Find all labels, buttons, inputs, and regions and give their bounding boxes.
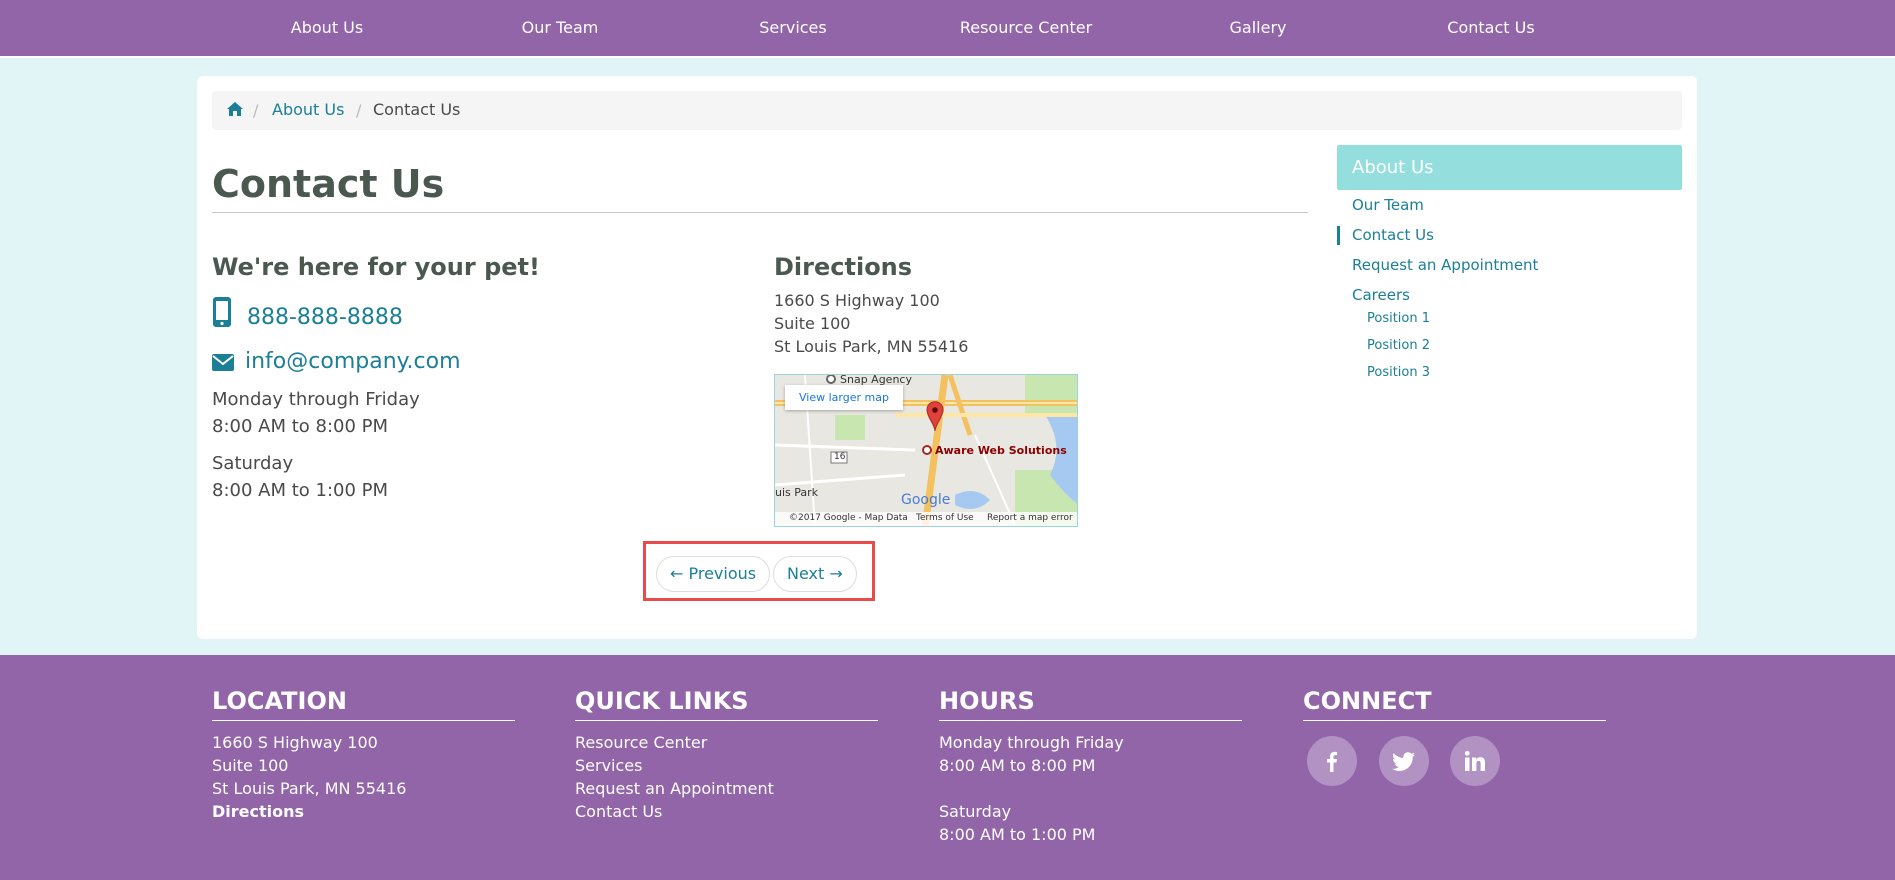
directions-title: Directions	[774, 253, 913, 281]
footer-divider	[575, 720, 878, 721]
hours-saturday-label: Saturday	[212, 453, 294, 474]
footer-divider	[212, 720, 515, 721]
nav-gallery[interactable]: Gallery	[1230, 18, 1287, 37]
address-line: 1660 S Highway 100	[774, 291, 940, 310]
footer-link-contact-us[interactable]: Contact Us	[575, 802, 662, 821]
footer-directions-link[interactable]: Directions	[212, 802, 304, 821]
facebook-icon[interactable]	[1307, 736, 1357, 786]
map-attribution: ©2017 Google - Map Data Terms of Use Rep…	[775, 512, 1077, 526]
google-logo: Google	[901, 492, 951, 508]
nav-contact-us[interactable]: Contact Us	[1447, 18, 1534, 37]
footer-hours-line: 8:00 AM to 1:00 PM	[939, 825, 1096, 844]
footer-connect-heading: CONNECT	[1303, 687, 1432, 715]
main-content-panel: / About Us / Contact Us Contact Us We're…	[197, 76, 1697, 639]
sidebar-item-contact-us[interactable]: Contact Us	[1352, 226, 1434, 244]
home-icon[interactable]	[227, 102, 243, 116]
map-route-label: 16	[834, 452, 846, 462]
footer-quick-links-heading: QUICK LINKS	[575, 687, 749, 715]
map-place-label: uis Park	[775, 486, 819, 499]
map-copyright: ©2017 Google - Map Data	[789, 513, 908, 523]
footer-hours-line: Saturday	[939, 802, 1012, 821]
map-report-link[interactable]: Report a map error	[987, 513, 1073, 523]
hours-saturday-time: 8:00 AM to 1:00 PM	[212, 480, 389, 501]
address-line: St Louis Park, MN 55416	[774, 337, 969, 356]
footer-divider	[1303, 720, 1606, 721]
email-link[interactable]: info@company.com	[245, 349, 461, 374]
footer-link-resource-center[interactable]: Resource Center	[575, 733, 707, 752]
hours-weekday-time: 8:00 AM to 8:00 PM	[212, 416, 389, 437]
sidebar-active-indicator	[1337, 226, 1340, 245]
site-footer: LOCATION 1660 S Highway 100 Suite 100 St…	[0, 655, 1895, 880]
footer-link-services[interactable]: Services	[575, 756, 642, 775]
sidebar-subitem-position-3[interactable]: Position 3	[1367, 365, 1430, 380]
twitter-icon[interactable]	[1379, 736, 1429, 786]
sidebar-header[interactable]: About Us	[1337, 145, 1682, 190]
nav-about-us[interactable]: About Us	[291, 18, 363, 37]
sidebar-item-careers[interactable]: Careers	[1352, 286, 1410, 304]
sidebar-subitem-position-1[interactable]: Position 1	[1367, 311, 1430, 326]
sidebar-subitem-position-2[interactable]: Position 2	[1367, 338, 1430, 353]
title-divider	[212, 212, 1308, 213]
address-line: Suite 100	[774, 314, 851, 333]
map-terms-link[interactable]: Terms of Use	[916, 513, 974, 523]
footer-address-line: St Louis Park, MN 55416	[212, 779, 407, 798]
footer-address-line: 1660 S Highway 100	[212, 733, 378, 752]
nav-services[interactable]: Services	[759, 18, 826, 37]
next-button[interactable]: Next →	[773, 556, 857, 592]
footer-link-request-appointment[interactable]: Request an Appointment	[575, 779, 774, 798]
breadcrumb-separator: /	[356, 101, 362, 120]
page-title: Contact Us	[212, 162, 445, 206]
linkedin-icon[interactable]	[1450, 736, 1500, 786]
pager-highlight-box: ← Previous Next →	[643, 541, 875, 601]
nav-resource-center[interactable]: Resource Center	[960, 18, 1092, 37]
breadcrumb: / About Us / Contact Us	[212, 91, 1682, 130]
previous-button[interactable]: ← Previous	[656, 556, 771, 592]
sidebar-item-our-team[interactable]: Our Team	[1352, 196, 1424, 214]
nav-our-team[interactable]: Our Team	[522, 18, 599, 37]
footer-hours-heading: HOURS	[939, 687, 1035, 715]
breadcrumb-about-us[interactable]: About Us	[272, 100, 344, 119]
hours-weekday-label: Monday through Friday	[212, 389, 420, 410]
mobile-phone-icon	[213, 297, 231, 327]
footer-location-heading: LOCATION	[212, 687, 347, 715]
footer-address-line: Suite 100	[212, 756, 289, 775]
envelope-icon	[212, 354, 234, 371]
footer-hours-line: 8:00 AM to 8:00 PM	[939, 756, 1096, 775]
sidebar-item-request-appointment[interactable]: Request an Appointment	[1352, 256, 1538, 274]
footer-divider	[939, 720, 1242, 721]
view-larger-map-link[interactable]: View larger map	[785, 385, 903, 410]
embedded-map[interactable]: Snap Agency uis Park 16 View larger map …	[774, 374, 1078, 527]
sidebar-header-label: About Us	[1352, 157, 1434, 178]
map-marker-label: Aware Web Solutions	[935, 444, 1067, 457]
phone-link[interactable]: 888-888-8888	[247, 305, 403, 330]
contact-tagline: We're here for your pet!	[212, 253, 540, 281]
breadcrumb-separator: /	[253, 101, 259, 120]
top-navigation: About Us Our Team Services Resource Cent…	[0, 0, 1895, 58]
breadcrumb-current: Contact Us	[373, 100, 461, 119]
footer-hours-line: Monday through Friday	[939, 733, 1124, 752]
